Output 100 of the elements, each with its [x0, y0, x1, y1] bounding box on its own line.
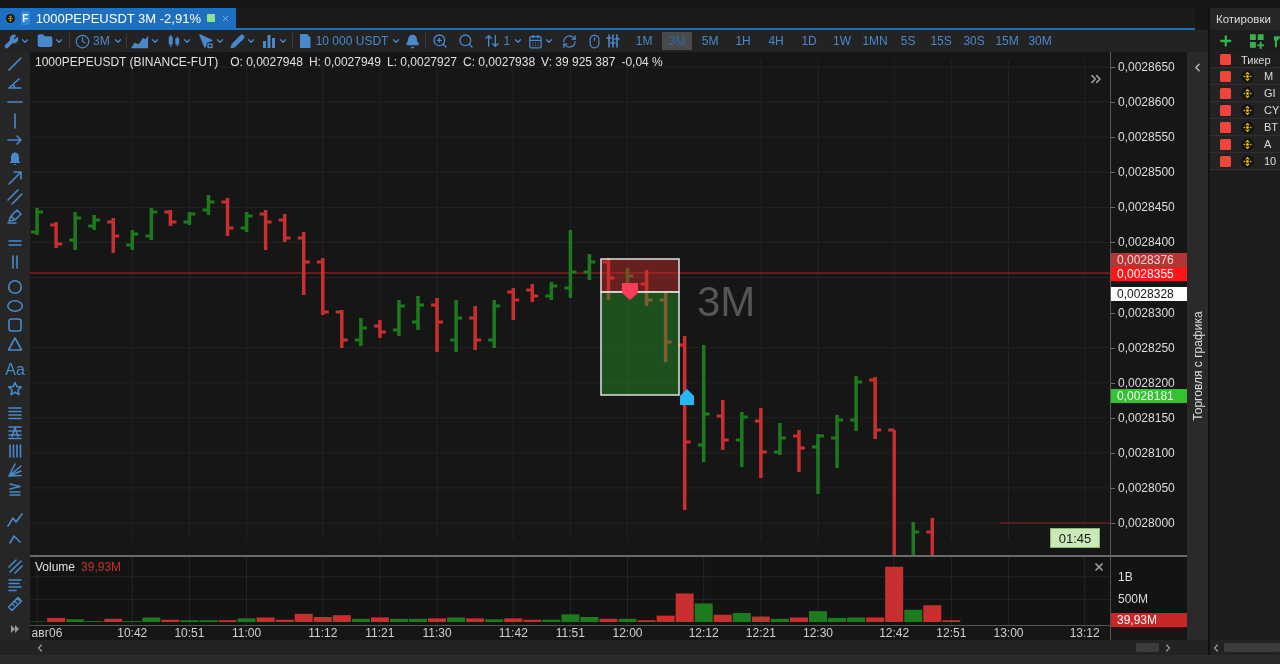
axis-label: 0,0028050	[1118, 480, 1175, 495]
caret-icon[interactable]	[245, 36, 256, 46]
zoom-in-icon[interactable]	[432, 33, 449, 49]
ruler-icon[interactable]	[7, 595, 23, 612]
search-icon[interactable]	[458, 33, 475, 49]
caret-icon[interactable]	[112, 36, 123, 46]
bell-icon[interactable]	[405, 33, 421, 49]
ohlc-bar	[354, 318, 367, 346]
text-tool-button[interactable]: Aa	[5, 360, 25, 379]
interval-dropdown[interactable]: 3M	[75, 33, 123, 49]
axis-label: 0,0028400	[1118, 235, 1175, 250]
align-left-icon[interactable]	[7, 576, 23, 593]
chart-tab[interactable]: F 1000PEPEUSDT 3M -2,91%	[0, 8, 236, 28]
timeframe-tab[interactable]: 1M	[629, 32, 660, 50]
fan-icon[interactable]	[7, 461, 23, 478]
timeframe-tab[interactable]: 30S	[959, 32, 990, 50]
timeframe-tab[interactable]: 1H	[728, 32, 759, 50]
ohlc-bar	[202, 195, 215, 215]
lines-icon[interactable]	[7, 404, 23, 421]
sliders-icon[interactable]	[605, 33, 622, 49]
square-icon	[1220, 155, 1231, 167]
striked-lines-icon[interactable]	[7, 423, 23, 440]
swatch-icon	[206, 12, 216, 24]
down-marker-icon	[622, 283, 638, 300]
timeframe-tab[interactable]: 1MN	[860, 32, 891, 50]
ellipse-icon[interactable]	[7, 297, 23, 314]
candlestick-icon[interactable]	[166, 34, 181, 48]
quote-row[interactable]: GI	[1210, 85, 1280, 102]
caret-icon[interactable]	[181, 36, 192, 46]
sort-dropdown[interactable]: 1	[484, 33, 524, 49]
expand-icon[interactable]	[11, 625, 19, 633]
trading-tab[interactable]: Торговля с графика	[1190, 311, 1205, 421]
timeframe-tab[interactable]: 15S	[926, 32, 957, 50]
quote-row[interactable]: A	[1210, 136, 1280, 153]
calendar-icon[interactable]	[528, 33, 544, 49]
time-label: 13:12	[1069, 626, 1100, 640]
line-icon[interactable]	[7, 55, 23, 72]
circle-icon[interactable]	[7, 278, 23, 295]
star-icon[interactable]	[7, 380, 23, 397]
quote-row[interactable]: CY	[1210, 102, 1280, 119]
quote-row[interactable]: BT	[1210, 119, 1280, 136]
mouse-icon[interactable]	[587, 33, 603, 49]
caret-icon[interactable]	[513, 36, 524, 46]
square-icon	[1220, 121, 1231, 133]
time-label: 12:21	[745, 626, 776, 640]
column-header: Тикер	[1241, 53, 1271, 66]
caret-icon[interactable]	[277, 36, 288, 46]
ohlc-bar	[126, 230, 139, 250]
refresh-icon[interactable]	[562, 33, 578, 49]
ohlc-bar	[792, 430, 805, 472]
triangle-icon[interactable]	[7, 335, 23, 352]
folder-icon[interactable]	[37, 33, 53, 49]
quote-row[interactable]: M	[1210, 68, 1280, 85]
arrow-up-right-icon[interactable]	[7, 169, 23, 186]
timeframe-tab[interactable]: 15M	[992, 32, 1023, 50]
brush-icon[interactable]	[7, 207, 23, 224]
ohlc-bar	[69, 212, 82, 250]
diagonal-lines-icon[interactable]	[7, 557, 23, 574]
bar-chart-icon[interactable]	[260, 33, 277, 49]
timeframe-tab[interactable]: 1W	[827, 32, 858, 50]
caret-icon[interactable]	[20, 36, 30, 46]
quote-row[interactable]: 10	[1210, 153, 1280, 170]
square-icon	[1220, 54, 1231, 65]
stat-value: H: 0,0027949	[308, 55, 381, 69]
up-marker-icon	[680, 389, 694, 405]
scrollbar-thumb[interactable]	[1136, 643, 1159, 652]
stacked-lines-icon[interactable]	[7, 480, 23, 497]
scrollbar[interactable]	[0, 640, 1208, 655]
caret-icon[interactable]	[214, 36, 225, 46]
loss-zone[interactable]	[600, 258, 680, 293]
caret-icon[interactable]	[391, 36, 402, 46]
scrollbar[interactable]	[1210, 640, 1280, 655]
caret-icon[interactable]	[149, 36, 160, 46]
ohlc-bar	[469, 306, 482, 350]
square-icon[interactable]	[7, 316, 23, 333]
ohlc-bar	[812, 434, 824, 494]
timeframe-tab[interactable]: 4H	[761, 32, 792, 50]
timeframe-tab[interactable]: 1D	[794, 32, 825, 50]
parallel-lines-icon[interactable]	[7, 188, 23, 205]
timeframe-tab[interactable]: 30M	[1025, 32, 1056, 50]
profit-zone[interactable]	[600, 291, 680, 396]
zigzag-icon[interactable]	[7, 511, 23, 528]
price-label: 0,0028181	[1111, 389, 1187, 403]
vertical-lines-icon[interactable]	[7, 442, 23, 459]
grid-plus-icon[interactable]	[1249, 33, 1265, 49]
scrollbar-thumb[interactable]	[1224, 643, 1280, 652]
caret-icon[interactable]	[544, 36, 555, 46]
timeframe-tab[interactable]: 5M	[695, 32, 726, 50]
filter-icon[interactable]	[1274, 34, 1280, 48]
cursor-icon[interactable]	[197, 33, 214, 49]
wrench-icon[interactable]	[4, 33, 19, 49]
plus-icon[interactable]	[1218, 33, 1234, 49]
ohlc-bar	[545, 282, 558, 300]
ohlc-bar	[316, 258, 329, 315]
pencil-icon[interactable]	[229, 33, 245, 49]
order-size-dropdown[interactable]: 10 000 USDT	[296, 33, 402, 49]
timeframe-tab[interactable]: 5S	[893, 32, 924, 50]
caret-icon[interactable]	[54, 36, 64, 46]
close-icon[interactable]	[1093, 561, 1105, 573]
bell-icon[interactable]	[7, 150, 23, 167]
